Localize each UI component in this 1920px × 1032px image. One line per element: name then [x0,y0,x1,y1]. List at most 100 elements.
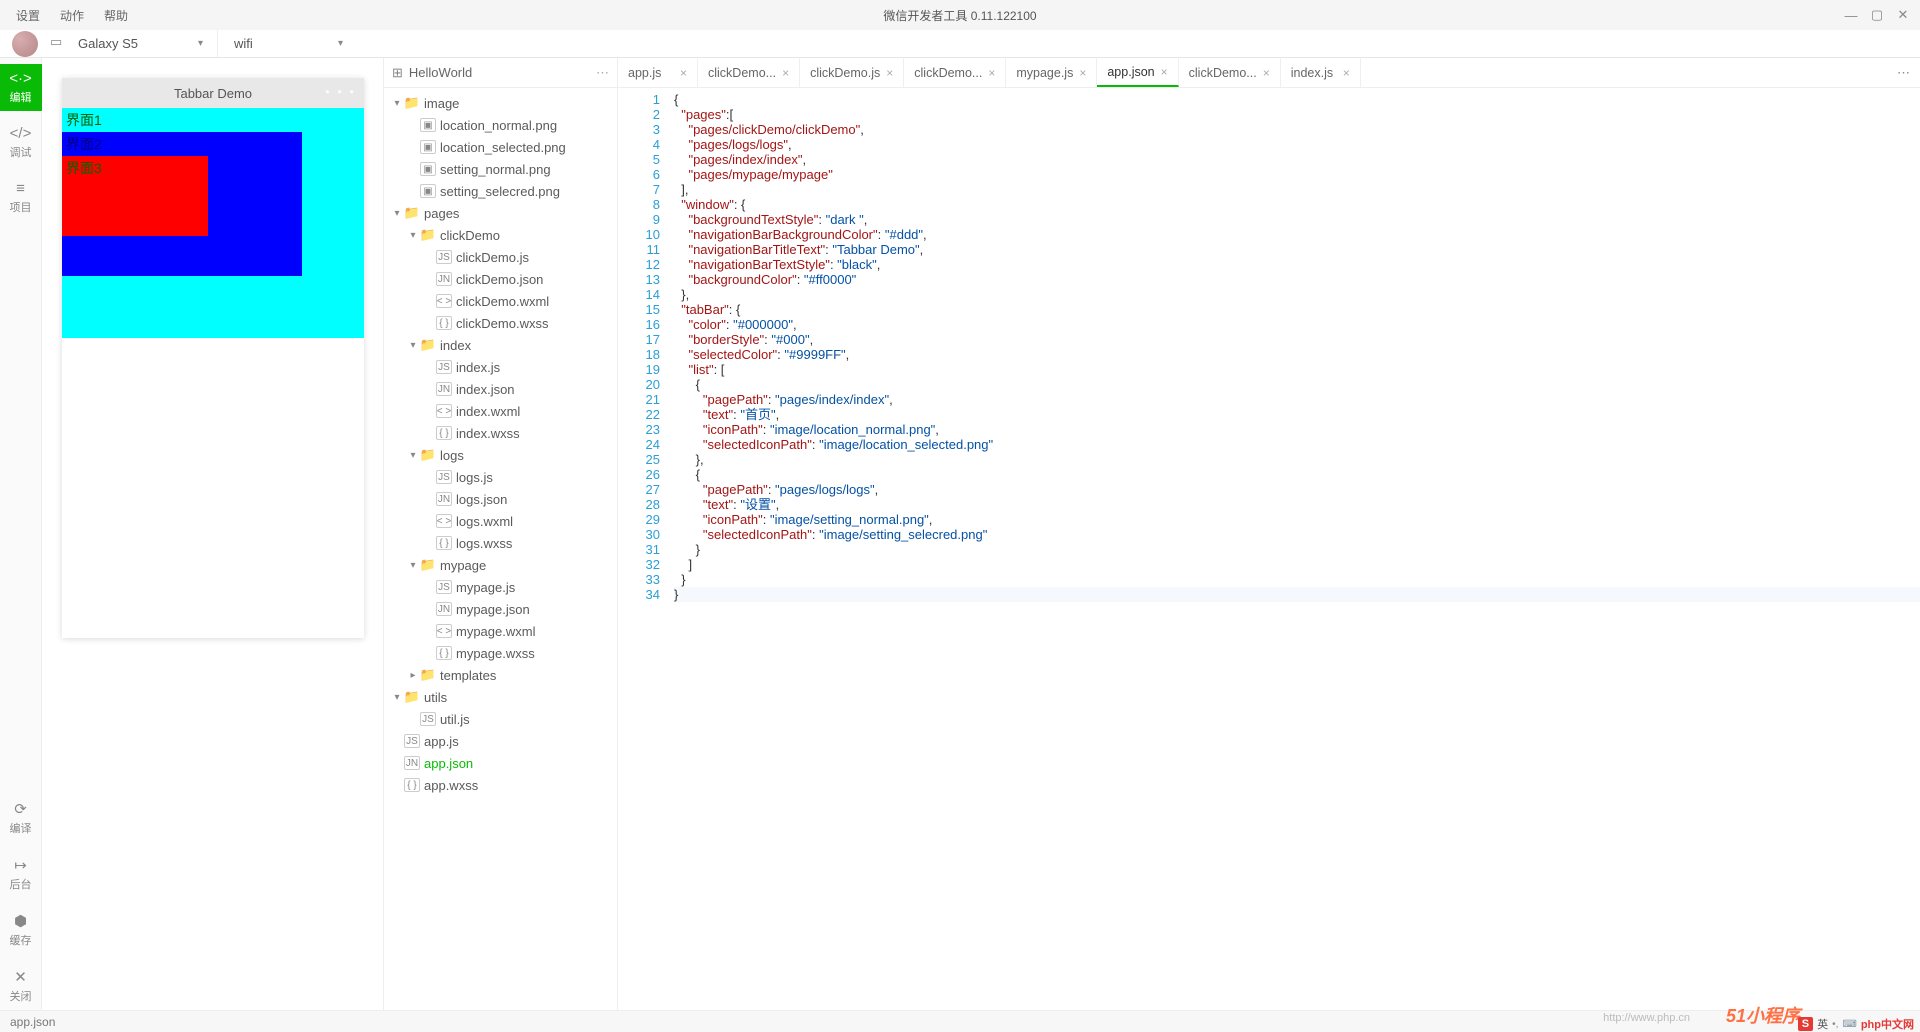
tree-node[interactable]: ▾📁logs [384,444,617,466]
sidebar-item-debug[interactable]: </>调试 [0,119,42,166]
preview-row-2: 界面2 [62,132,302,156]
code-editor[interactable]: 1234567891011121314151617181920212223242… [618,88,1920,1010]
editor-tabs: app.js×clickDemo...×clickDemo.js×clickDe… [618,58,1920,88]
tree-node[interactable]: JNclickDemo.json [384,268,617,290]
sidebar-item-compile[interactable]: ⟳编译 [0,794,42,842]
tree-node[interactable]: ▣setting_normal.png [384,158,617,180]
tree-node[interactable]: { }logs.wxss [384,532,617,554]
chevron-down-icon[interactable]: ▾ [198,38,209,49]
device-nav-bar: Tabbar Demo • • • [62,78,364,108]
editor-tab[interactable]: clickDemo.js× [800,58,904,87]
editor-tab[interactable]: index.js× [1281,58,1361,87]
tree-label: mypage.wxml [456,624,535,639]
tree-node[interactable]: JSutil.js [384,708,617,730]
tree-node[interactable]: < >clickDemo.wxml [384,290,617,312]
minimize-icon[interactable]: — [1842,6,1860,24]
tree-label: app.json [424,756,473,771]
menu-help[interactable]: 帮助 [104,7,128,24]
tree-node[interactable]: ▣location_selected.png [384,136,617,158]
menu-settings[interactable]: 设置 [16,7,40,24]
tree-node[interactable]: JNindex.json [384,378,617,400]
tree-label: logs.js [456,470,493,485]
tree-label: clickDemo [440,228,500,243]
tree-label: logs.json [456,492,507,507]
folder-icon: 📁 [404,206,420,220]
tree-node[interactable]: < >index.wxml [384,400,617,422]
tab-close-icon[interactable]: × [1263,66,1270,80]
tree-label: index.wxml [456,404,520,419]
tree-node[interactable]: { }index.wxss [384,422,617,444]
folder-icon: 📁 [420,448,436,462]
sidebar-item-project[interactable]: ≡项目 [0,174,42,221]
tree-node[interactable]: ▾📁utils [384,686,617,708]
editor-tab[interactable]: app.json× [1097,58,1178,87]
editor-tab[interactable]: mypage.js× [1006,58,1097,87]
menu-action[interactable]: 动作 [60,7,84,24]
close-icon[interactable]: ✕ [1894,6,1912,24]
tree-node[interactable]: ▾📁image [384,92,617,114]
tab-close-icon[interactable]: × [988,66,995,80]
ime-mode[interactable]: 英 [1817,1016,1828,1032]
code-body[interactable]: { "pages":[ "pages/clickDemo/clickDemo",… [668,88,1920,1010]
tab-close-icon[interactable]: × [680,66,687,80]
tree-label: location_selected.png [440,140,566,155]
json-icon: JN [436,602,452,616]
status-file: app.json [10,1015,55,1029]
ime-keyboard-icon[interactable]: ⌨ [1842,1019,1856,1030]
tree-node[interactable]: JNapp.json [384,752,617,774]
tab-close-icon[interactable]: × [1161,65,1168,79]
tree-node[interactable]: ▾📁mypage [384,554,617,576]
chevron-down-icon[interactable]: ▾ [338,38,349,49]
network-select[interactable]: wifi [218,36,338,51]
file-tree[interactable]: ▾📁image▣location_normal.png▣location_sel… [384,88,617,1010]
tree-node[interactable]: ▣setting_selecred.png [384,180,617,202]
avatar[interactable] [12,31,38,57]
tree-node[interactable]: JNmypage.json [384,598,617,620]
maximize-icon[interactable]: ▢ [1868,6,1886,24]
tree-node[interactable]: JSclickDemo.js [384,246,617,268]
tree-node[interactable]: JSmypage.js [384,576,617,598]
tree-node[interactable]: ▾📁pages [384,202,617,224]
tabs-overflow-icon[interactable]: ⋯ [1887,58,1920,87]
more-icon[interactable]: ⋯ [596,65,609,81]
tab-close-icon[interactable]: × [886,66,893,80]
editor-tab[interactable]: clickDemo...× [1179,58,1281,87]
tree-node[interactable]: JNlogs.json [384,488,617,510]
sidebar-item-background[interactable]: ↦后台 [0,850,42,898]
tree-node[interactable]: ▾📁index [384,334,617,356]
tree-node[interactable]: ▣location_normal.png [384,114,617,136]
sidebar-item-close[interactable]: ✕关闭 [0,962,42,1010]
tab-close-icon[interactable]: × [1343,66,1350,80]
tree-node[interactable]: JSindex.js [384,356,617,378]
caret-icon: ▾ [408,230,418,241]
tree-node[interactable]: ▾📁clickDemo [384,224,617,246]
sidebar-item-cache[interactable]: ⬢缓存 [0,906,42,954]
tree-label: util.js [440,712,470,727]
watermark-logo: 51小程序 [1726,1002,1800,1028]
device-select[interactable]: Galaxy S5 [78,36,198,51]
ime-punct-icon[interactable]: •, [1832,1019,1838,1030]
tree-node[interactable]: ▸📁templates [384,664,617,686]
wxss-icon: { } [436,646,452,660]
more-icon[interactable]: • • • [325,84,356,99]
tree-node[interactable]: JSapp.js [384,730,617,752]
caret-icon: ▾ [392,98,402,109]
tree-node[interactable]: JSlogs.js [384,466,617,488]
tree-label: index.wxss [456,426,520,441]
ime-switch-icon[interactable]: S [1798,1017,1813,1031]
tab-close-icon[interactable]: × [782,66,789,80]
tab-close-icon[interactable]: × [1079,66,1086,80]
preview-row-1: 界面1 [62,108,364,132]
tree-node[interactable]: { }clickDemo.wxss [384,312,617,334]
editor-panel: app.js×clickDemo...×clickDemo.js×clickDe… [618,58,1920,1010]
editor-tab[interactable]: clickDemo...× [904,58,1006,87]
tree-node[interactable]: { }mypage.wxss [384,642,617,664]
tree-node[interactable]: { }app.wxss [384,774,617,796]
tree-node[interactable]: < >logs.wxml [384,510,617,532]
tree-node[interactable]: < >mypage.wxml [384,620,617,642]
editor-tab[interactable]: clickDemo...× [698,58,800,87]
close-icon: ✕ [0,968,42,986]
editor-tab[interactable]: app.js× [618,58,698,87]
sidebar-item-edit[interactable]: <·>编辑 [0,64,42,111]
js-icon: JS [436,250,452,264]
